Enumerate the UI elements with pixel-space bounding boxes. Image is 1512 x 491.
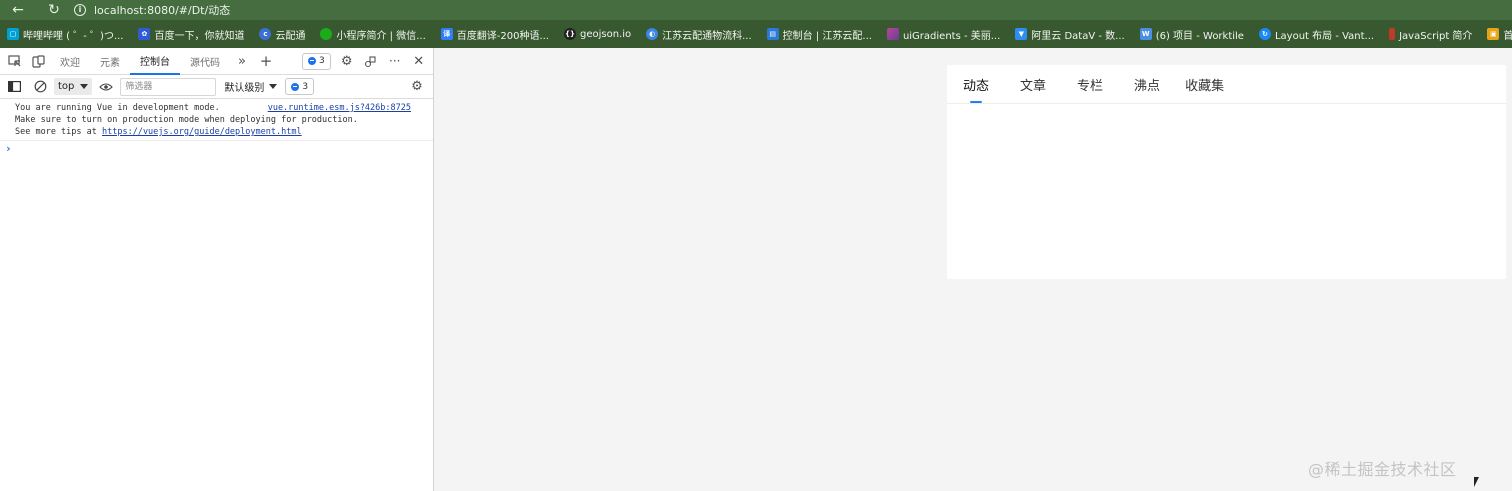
console-output: You are running Vue in development mode.…: [0, 99, 433, 156]
block-icon: [34, 80, 46, 93]
console-toolbar: top 默认级别 3 ⚙: [0, 75, 433, 99]
dropdown-caret-icon: [269, 84, 278, 89]
wechat-icon: [320, 28, 333, 40]
gradient-icon: [886, 28, 899, 40]
back-arrow-icon: ←: [12, 2, 24, 18]
message-icon: [308, 57, 316, 65]
cloud-icon: c: [259, 28, 272, 40]
log-text: You are running Vue in development mode.: [15, 103, 220, 113]
devtools-panel: 欢迎 元素 控制台 源代码 » + 3 ⚙ ··· ✕ top 筛选器 默认级别…: [0, 48, 434, 491]
bookmark-item[interactable]: ✿ 百度一下，你就知道: [131, 20, 252, 48]
sidebar-icon: [7, 81, 21, 92]
tab-console[interactable]: 控制台: [130, 48, 180, 75]
page-tab-bar: 动态 文章 专栏 沸点 收藏集: [947, 65, 1506, 104]
bookmark-item[interactable]: c 云配通: [252, 20, 313, 48]
more-tabs-button[interactable]: »: [230, 49, 254, 73]
logistics-icon: ◐: [646, 28, 659, 40]
console-prompt[interactable]: ›: [0, 142, 433, 156]
dock-button[interactable]: [359, 49, 383, 73]
log-level-value: 默认级别: [224, 83, 265, 94]
live-expression-button[interactable]: [94, 75, 118, 99]
message-icon: [291, 82, 300, 91]
tab-collections[interactable]: 收藏集: [1185, 65, 1224, 104]
mouse-cursor-icon: [1474, 477, 1479, 487]
device-toolbar-button[interactable]: [26, 49, 50, 73]
dock-icon: [365, 55, 376, 67]
bilibili-icon: ▢: [7, 28, 19, 40]
dropdown-caret-icon: [80, 84, 89, 89]
bookmark-item[interactable]: {} geojson.io: [557, 20, 639, 48]
bookmark-item[interactable]: JavaScript 简介: [1382, 20, 1480, 48]
double-chevron-icon: »: [238, 53, 246, 69]
console-message: You are running Vue in development mode.…: [0, 102, 433, 141]
address-bar: ← ↻ i localhost:8080/#/Dt/动态: [0, 0, 1512, 20]
tab-articles[interactable]: 文章: [1020, 65, 1046, 104]
clear-console-button[interactable]: [28, 75, 52, 99]
tab-pins[interactable]: 沸点: [1134, 65, 1160, 104]
tab-welcome[interactable]: 欢迎: [50, 48, 90, 75]
interview-icon: ▣: [1487, 28, 1500, 40]
bookmark-item[interactable]: 译百度翻译-200种语...: [434, 20, 557, 48]
close-devtools-button[interactable]: ✕: [407, 49, 431, 73]
filter-input[interactable]: [120, 77, 217, 96]
issues-count: 3: [302, 81, 309, 92]
refresh-icon: ↻: [48, 2, 60, 18]
bookmarks-bar: ▢ 哔哩哔哩 ( ゜- ゜)つ... ✿ 百度一下，你就知道 c 云配通 小程序简介 …: [0, 20, 1512, 48]
log-source-link[interactable]: vue.runtime.esm.js?426b:8725: [268, 102, 411, 114]
back-button[interactable]: ←: [0, 0, 36, 20]
worktile-icon: W: [1139, 28, 1152, 40]
site-info-icon[interactable]: i: [74, 4, 86, 16]
docs-link[interactable]: https://vuejs.org/guide/deployment.html: [102, 127, 302, 137]
close-icon: ✕: [413, 53, 425, 69]
baidu-icon: ✿: [138, 28, 151, 40]
bookmark-item[interactable]: 小程序简介 | 微信...: [313, 20, 433, 48]
tab-sources[interactable]: 源代码: [180, 48, 230, 75]
bookmark-item[interactable]: ↻ Layout 布局 - Vant...: [1252, 20, 1382, 48]
inspect-icon: [7, 54, 20, 66]
context-value: top: [58, 81, 75, 92]
sidebar-toggle-button[interactable]: [2, 75, 26, 99]
tab-elements[interactable]: 元素: [90, 48, 130, 75]
prompt-chevron-icon: ›: [5, 142, 12, 155]
content-card: 动态 文章 专栏 沸点 收藏集: [947, 65, 1506, 279]
device-icon: [31, 54, 45, 68]
javascript-icon: [1389, 28, 1396, 40]
issues-count: 3: [319, 56, 325, 66]
vant-icon: ↻: [1258, 28, 1271, 40]
url-field[interactable]: i localhost:8080/#/Dt/动态: [74, 0, 230, 20]
issues-badge[interactable]: 3: [302, 52, 331, 70]
watermark: @稀土掘金技术社区: [1308, 460, 1457, 479]
log-level-select[interactable]: 默认级别: [218, 78, 283, 96]
bookmark-item[interactable]: W (6) 项目 - Worktile: [1133, 20, 1252, 48]
bookmark-item[interactable]: ▢ 哔哩哔哩 ( ゜- ゜)つ...: [0, 20, 131, 48]
bookmark-item[interactable]: ◐ 江苏云配通物流科...: [639, 20, 760, 48]
log-text: Make sure to turn on production mode whe…: [15, 115, 358, 125]
context-select[interactable]: top: [54, 78, 93, 95]
console-icon: ▤: [766, 28, 779, 40]
inspect-element-button[interactable]: [2, 49, 26, 73]
issues-badge-toolbar[interactable]: 3: [285, 78, 315, 95]
url-text: localhost:8080/#/Dt/动态: [94, 4, 231, 17]
bookmark-item[interactable]: ▤ 控制台 | 江苏云配...: [760, 20, 880, 48]
gear-icon: ⚙: [340, 53, 353, 69]
console-settings-button[interactable]: ⚙: [405, 75, 429, 99]
add-tab-button[interactable]: +: [254, 49, 278, 73]
gear-icon: ⚙: [411, 79, 423, 94]
devtools-tab-bar: 欢迎 元素 控制台 源代码 » + 3 ⚙ ··· ✕: [0, 48, 433, 75]
datav-icon: ▼: [1015, 28, 1028, 40]
geojson-icon: {}: [563, 28, 576, 40]
eye-icon: [99, 82, 114, 91]
tab-columns[interactable]: 专栏: [1077, 65, 1103, 104]
more-options-button[interactable]: ···: [383, 49, 407, 73]
bookmark-item[interactable]: ▼ 阿里云 DataV - 数...: [1008, 20, 1132, 48]
ellipsis-icon: ···: [389, 54, 401, 68]
log-text: See more tips at: [15, 127, 102, 137]
refresh-button[interactable]: ↻: [36, 0, 72, 20]
tab-dynamic[interactable]: 动态: [963, 65, 989, 104]
bookmark-item[interactable]: uiGradients - 美丽...: [880, 20, 1008, 48]
bookmark-item[interactable]: ▣首页 - 前端面试题...: [1480, 20, 1512, 48]
plus-icon: +: [259, 52, 273, 70]
translate-icon: 译: [440, 28, 453, 40]
settings-button[interactable]: ⚙: [335, 49, 359, 73]
